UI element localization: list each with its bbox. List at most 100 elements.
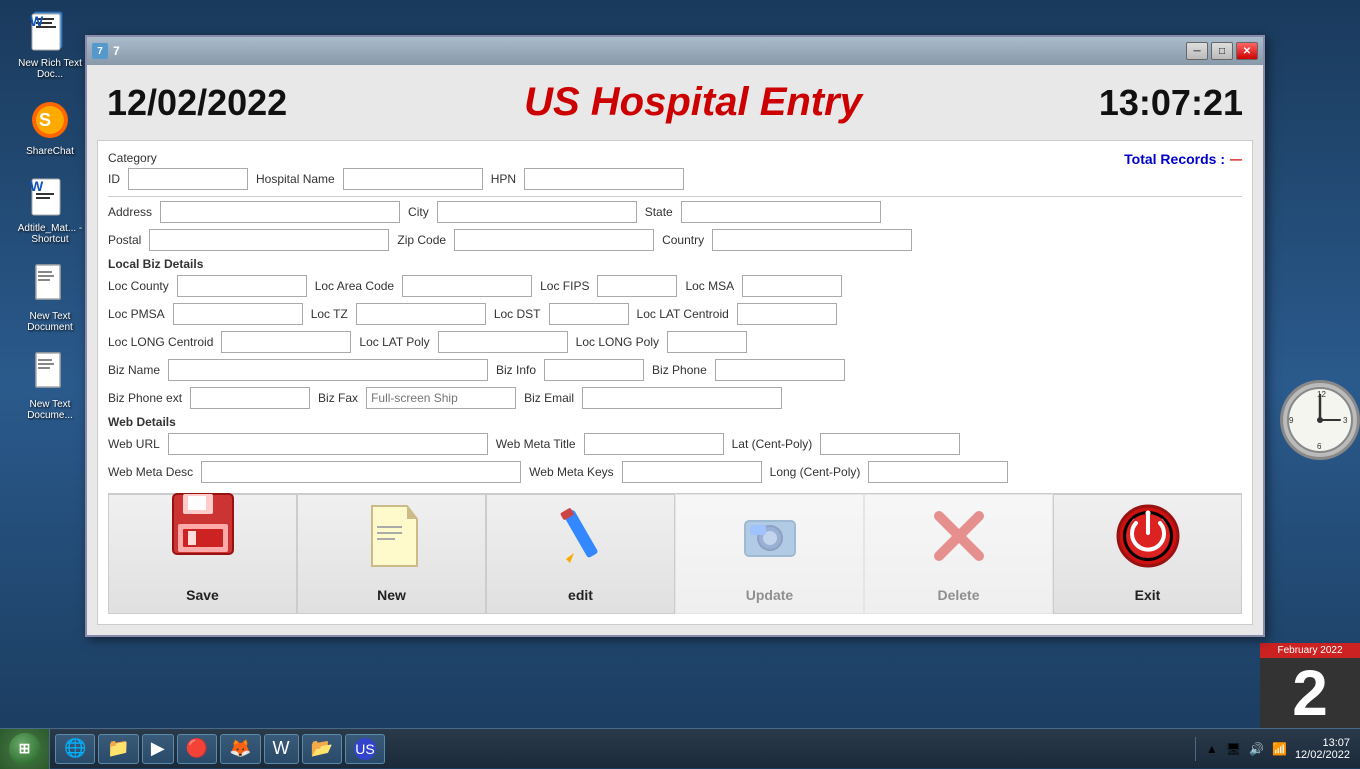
taskbar-folder[interactable]: 📂 — [302, 734, 342, 764]
taskbar-ie[interactable]: 🌐 — [55, 734, 95, 764]
loc-row-1: Loc County Loc Area Code Loc FIPS Loc MS… — [108, 275, 1242, 297]
biz-phone-ext-input[interactable] — [190, 387, 310, 409]
long-cent-poly-input[interactable] — [868, 461, 1008, 483]
address-input[interactable] — [160, 201, 400, 223]
taskbar-usdata[interactable]: US — [345, 734, 385, 764]
loc-long-poly-input[interactable] — [667, 331, 747, 353]
lat-cent-poly-label: Lat (Cent-Poly) — [732, 437, 813, 451]
calendar-widget: February 2022 2 — [1260, 643, 1360, 728]
minimize-button[interactable]: ─ — [1186, 42, 1208, 60]
exit-icon — [1113, 501, 1183, 574]
web-meta-title-label: Web Meta Title — [496, 437, 576, 451]
loc-pmsa-input[interactable] — [173, 303, 303, 325]
tray-expand-icon[interactable]: ▲ — [1206, 742, 1218, 756]
loc-lat-centroid-label: Loc LAT Centroid — [637, 307, 729, 321]
state-input[interactable] — [681, 201, 881, 223]
id-input[interactable] — [128, 168, 248, 190]
total-records-value: — — [1230, 152, 1242, 166]
category-section: Category ID Hospital Name HPN — [108, 151, 684, 190]
biz-name-input[interactable] — [168, 359, 488, 381]
new-text-1-label: New Text Document — [10, 311, 90, 333]
svg-text:9: 9 — [1289, 416, 1294, 425]
save-button[interactable]: Save — [108, 494, 297, 614]
edit-button[interactable]: edit — [486, 494, 675, 614]
desktop-icon-sharechat[interactable]: S ShareChat — [10, 98, 90, 157]
word-icon: W — [273, 738, 290, 759]
desktop-icon-new-text-1[interactable]: New Text Document — [10, 263, 90, 333]
new-button[interactable]: New — [297, 494, 486, 614]
calendar-month: February 2022 — [1260, 643, 1360, 658]
title-bar-controls: ─ □ ✕ — [1186, 42, 1258, 60]
hospital-name-input[interactable] — [343, 168, 483, 190]
desktop-icon-rich-text[interactable]: W New Rich Text Doc... — [10, 10, 90, 80]
biz-phone-input[interactable] — [715, 359, 845, 381]
svg-text:6: 6 — [1317, 442, 1322, 451]
biz-email-input[interactable] — [582, 387, 782, 409]
web-meta-desc-input[interactable] — [201, 461, 521, 483]
start-button[interactable]: ⊞ — [0, 729, 50, 769]
loc-area-code-label: Loc Area Code — [315, 279, 394, 293]
taskbar-firefox[interactable]: 🦊 — [220, 734, 260, 764]
app-date: 12/02/2022 — [107, 82, 287, 124]
biz-fax-label: Biz Fax — [318, 391, 358, 405]
app-time: 13:07:21 — [1099, 82, 1243, 124]
biz-row-2: Biz Phone ext Biz Fax Biz Email — [108, 387, 1242, 409]
folder-icon: 📂 — [311, 738, 333, 759]
biz-info-label: Biz Info — [496, 363, 536, 377]
hpn-input[interactable] — [524, 168, 684, 190]
lat-cent-poly-input[interactable] — [820, 433, 960, 455]
taskbar: ⊞ 🌐 📁 ▶ 🔴 🦊 W 📂 — [0, 728, 1360, 768]
postal-input[interactable] — [149, 229, 389, 251]
taskbar-media[interactable]: ▶ — [142, 734, 174, 764]
web-meta-desc-label: Web Meta Desc — [108, 465, 193, 479]
loc-long-centroid-input[interactable] — [221, 331, 351, 353]
country-input[interactable] — [712, 229, 912, 251]
web-url-input[interactable] — [168, 433, 488, 455]
separator-1 — [108, 196, 1242, 197]
taskbar-word[interactable]: W — [264, 734, 299, 764]
svg-text:S: S — [39, 110, 51, 130]
taskbar-time: 13:07 — [1295, 737, 1350, 749]
maximize-button[interactable]: □ — [1211, 42, 1233, 60]
rich-text-icon: W — [28, 10, 72, 54]
tray-volume-icon[interactable]: 🔊 — [1249, 742, 1264, 756]
loc-tz-input[interactable] — [356, 303, 486, 325]
save-icon — [168, 489, 238, 574]
zipcode-label: Zip Code — [397, 233, 446, 247]
new-text-2-label: New Text Docume... — [10, 399, 90, 421]
desktop-icon-new-text-2[interactable]: New Text Docume... — [10, 351, 90, 421]
biz-fax-input[interactable] — [366, 387, 516, 409]
loc-fips-input[interactable] — [597, 275, 677, 297]
loc-msa-input[interactable] — [742, 275, 842, 297]
loc-dst-input[interactable] — [549, 303, 629, 325]
address-label: Address — [108, 205, 152, 219]
web-details-header: Web Details — [108, 415, 1242, 429]
delete-button[interactable]: Delete — [864, 494, 1053, 614]
exit-button[interactable]: Exit — [1053, 494, 1242, 614]
web-meta-keys-input[interactable] — [622, 461, 762, 483]
loc-lat-poly-input[interactable] — [438, 331, 568, 353]
chrome-icon: 🔴 — [186, 738, 208, 759]
loc-county-input[interactable] — [177, 275, 307, 297]
local-biz-header: Local Biz Details — [108, 257, 1242, 271]
close-button[interactable]: ✕ — [1236, 42, 1258, 60]
taskbar-tray: ▲ 🖥 🔊 📶 13:07 12/02/2022 — [1195, 737, 1360, 761]
media-icon: ▶ — [151, 738, 165, 759]
total-records-section: Total Records : — — [1124, 151, 1242, 167]
zipcode-input[interactable] — [454, 229, 654, 251]
update-button[interactable]: Update — [675, 494, 864, 614]
loc-lat-centroid-input[interactable] — [737, 303, 837, 325]
adtitle-label: Adtitle_Mat... - Shortcut — [10, 223, 90, 245]
taskbar-explorer[interactable]: 📁 — [98, 734, 138, 764]
loc-msa-label: Loc MSA — [685, 279, 734, 293]
loc-area-code-input[interactable] — [402, 275, 532, 297]
update-label: Update — [746, 587, 793, 603]
usdata-icon: US — [354, 738, 376, 760]
city-input[interactable] — [437, 201, 637, 223]
biz-info-input[interactable] — [544, 359, 644, 381]
address-row: Address City State — [108, 201, 1242, 223]
desktop-icon-adtitle[interactable]: W Adtitle_Mat... - Shortcut — [10, 175, 90, 245]
taskbar-chrome[interactable]: 🔴 — [177, 734, 217, 764]
web-meta-title-input[interactable] — [584, 433, 724, 455]
loc-county-label: Loc County — [108, 279, 169, 293]
